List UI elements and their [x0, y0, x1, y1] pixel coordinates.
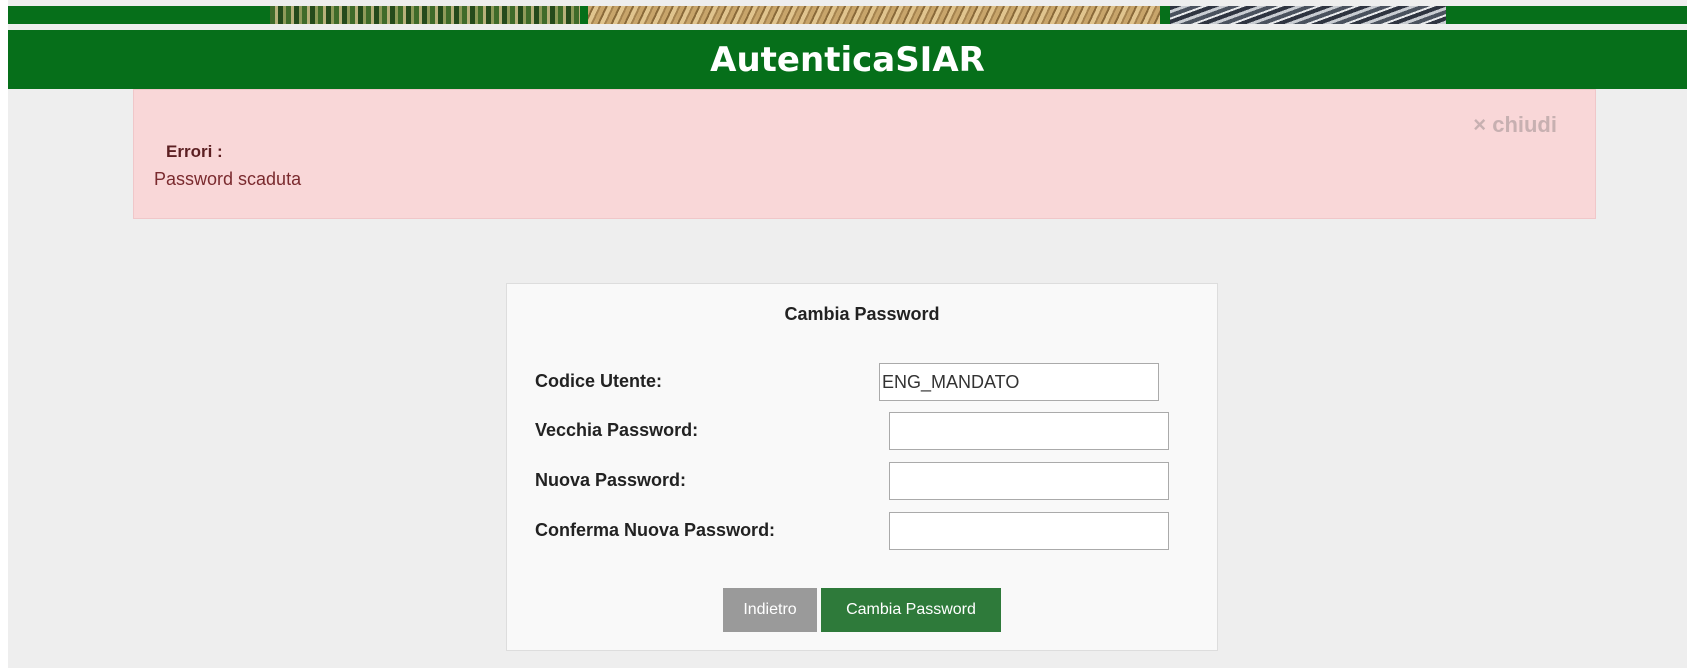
panel-title: Cambia Password [784, 304, 940, 324]
error-title: Errori : [166, 142, 223, 161]
user-code-input[interactable] [879, 363, 1159, 401]
confirm-password-row: Conferma Nuova Password: [535, 512, 1185, 550]
confirm-password-label: Conferma Nuova Password: [535, 520, 776, 540]
close-alert-button[interactable]: × chiudi [1473, 112, 1557, 138]
new-password-input[interactable] [889, 462, 1169, 500]
banner-photo-seeds [1170, 6, 1446, 24]
error-alert: × chiudi Errori : Password scaduta [133, 89, 1596, 219]
confirm-password-input[interactable] [889, 512, 1169, 550]
page-background: AutenticaSIAR × chiudi Errori : Password… [8, 0, 1687, 668]
user-code-label: Codice Utente: [535, 371, 663, 391]
banner-photo-wheat [588, 6, 1160, 24]
new-password-label: Nuova Password: [535, 470, 687, 490]
app-title: AutenticaSIAR [8, 30, 1687, 89]
change-password-panel: Cambia Password Codice Utente: Vecchia P… [506, 283, 1218, 651]
banner-photo-crops [270, 6, 580, 24]
back-button[interactable]: Indietro [723, 588, 817, 632]
error-message: Password scaduta [154, 169, 302, 189]
old-password-row: Vecchia Password: [535, 412, 1185, 450]
top-banner [8, 6, 1687, 24]
new-password-row: Nuova Password: [535, 462, 1185, 500]
old-password-input[interactable] [889, 412, 1169, 450]
change-password-button[interactable]: Cambia Password [821, 588, 1001, 632]
user-code-row: Codice Utente: [535, 363, 1185, 401]
old-password-label: Vecchia Password: [535, 420, 699, 440]
